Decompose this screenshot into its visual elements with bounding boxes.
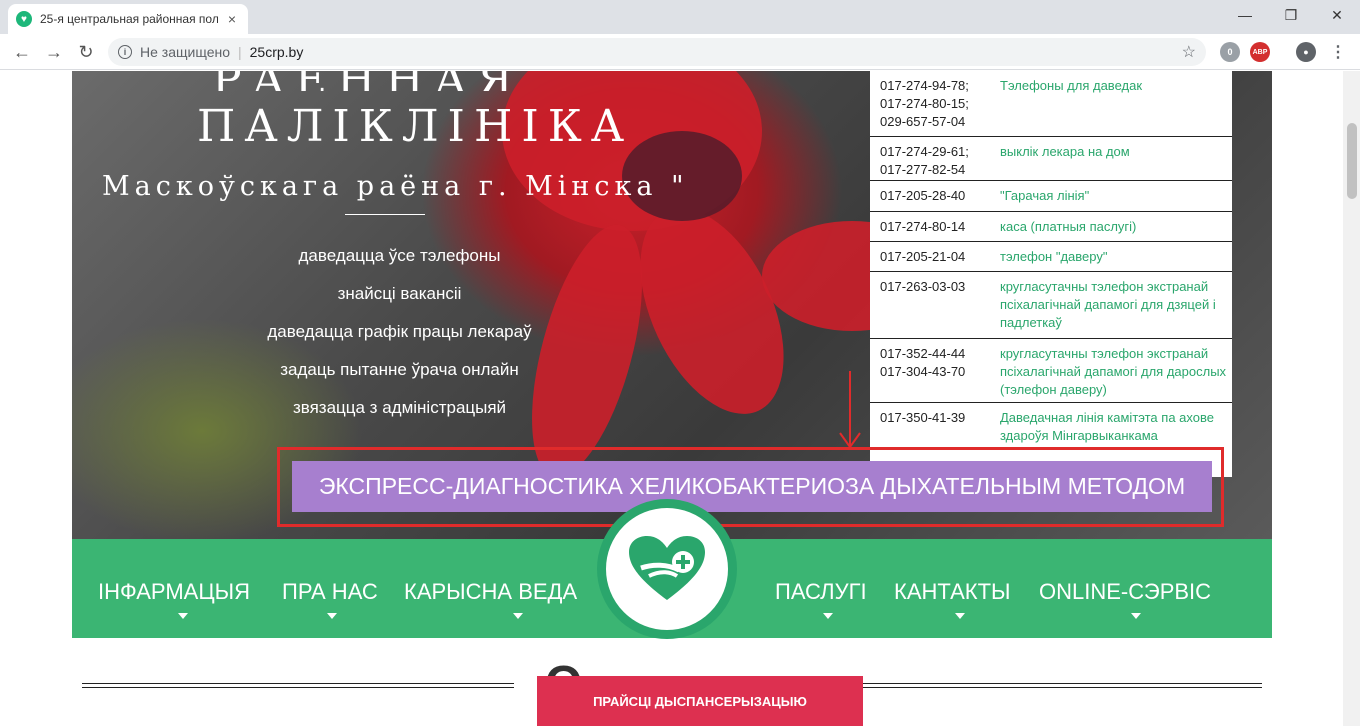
bookmark-star-icon[interactable]: ☆ (1182, 42, 1196, 62)
arrow-down-icon (839, 371, 861, 449)
clinic-logo[interactable] (597, 499, 737, 639)
phone-desc-link[interactable]: "Гарачая лінія" (1000, 187, 1228, 205)
scrollbar-thumb[interactable] (1347, 123, 1357, 199)
phone-desc-link[interactable]: выклік лекара на дом (1000, 143, 1228, 174)
browser-tab[interactable]: ♥ 25-я центральная районная пол × (8, 4, 248, 34)
section-divider-right (863, 683, 1262, 688)
phone-table: 017-274-94-78; 017-274-80-15; 029-657-57… (870, 71, 1232, 477)
phone-desc-link[interactable]: кругласутачны тэлефон экстранай псіхалаг… (1000, 345, 1228, 397)
site-favicon-icon: ♥ (16, 11, 32, 27)
table-row: 017-274-80-14 каса (платныя паслугі) (870, 212, 1232, 242)
dispensary-button[interactable]: ПРАЙСЦІ ДЫСПАНСЕРЫЗАЦЫЮ (537, 676, 863, 726)
table-row: 017-263-03-03 кругласутачны тэлефон экст… (870, 272, 1232, 339)
hero-title-line2: ПАЛІКЛІНІКА (197, 101, 634, 152)
chevron-down-icon (513, 613, 523, 619)
phone-desc-link[interactable]: Тэлефоны для даведак (1000, 77, 1228, 130)
hero-link-phones[interactable]: даведацца ўсе тэлефоны (72, 246, 727, 266)
hero-link-contact-admin[interactable]: звязацца з адміністрацыяй (72, 398, 727, 418)
close-window-button[interactable]: ✕ (1314, 0, 1360, 30)
chevron-down-icon (1131, 613, 1141, 619)
url-input[interactable]: i Не защищено | 25crp.by ☆ (108, 38, 1206, 66)
table-row: 017-274-94-78; 017-274-80-15; 029-657-57… (870, 71, 1232, 137)
browser-menu-icon[interactable]: ⋮ (1328, 42, 1348, 62)
heart-logo-icon (629, 536, 705, 600)
maximize-button[interactable]: ❐ (1268, 0, 1314, 30)
back-button[interactable]: ← (10, 40, 34, 64)
hero-divider (345, 214, 425, 215)
phone-desc-link[interactable]: каса (платныя паслугі) (1000, 218, 1228, 235)
phone-number: 017-352-44-44 017-304-43-70 (880, 346, 966, 379)
nav-item-contacts[interactable]: КАНТАКТЫ (894, 579, 1011, 605)
chevron-down-icon (178, 613, 188, 619)
extension-badge: 0 (1227, 47, 1233, 57)
phone-number: 017-205-28-40 (880, 188, 966, 203)
chevron-down-icon (955, 613, 965, 619)
nav-item-services[interactable]: ПАСЛУГІ (775, 579, 867, 605)
phone-number: 017-274-29-61; 017-277-82-54 (880, 144, 969, 177)
nav-item-about[interactable]: ПРА НАС (282, 579, 378, 605)
section-divider-left (82, 683, 514, 688)
phone-number: 017-274-80-14 (880, 219, 966, 234)
phone-number: 017-205-21-04 (880, 249, 966, 264)
omnibox-separator: | (238, 44, 242, 60)
table-row: 017-205-21-04 тэлефон "даверу" (870, 242, 1232, 272)
chevron-down-icon (823, 613, 833, 619)
url-text: 25crp.by (249, 44, 304, 60)
hero-subtitle: Маскоўскага раёна г. Мінска " (102, 171, 689, 202)
tab-close-icon[interactable]: × (224, 11, 240, 27)
phone-desc-link[interactable]: тэлефон "даверу" (1000, 248, 1228, 265)
tab-title: 25-я центральная районная пол (40, 12, 218, 26)
forward-button[interactable]: → (42, 40, 66, 64)
chevron-down-icon (327, 613, 337, 619)
table-row: 017-205-28-40 "Гарачая лінія" (870, 181, 1232, 212)
minimize-button[interactable]: — (1222, 0, 1268, 30)
tab-bar: ♥ 25-я центральная районная пол × — ❐ ✕ (0, 0, 1360, 34)
hero-link-ask-doctor[interactable]: задаць пытанне ўрача онлайн (72, 360, 727, 380)
hero-link-schedule[interactable]: даведацца графік працы лекараў (72, 322, 727, 342)
express-diagnostics-button[interactable]: ЭКСПРЕСС-ДИАГНОСТИКА ХЕЛИКОБАКТЕРИОЗА ДЫ… (292, 461, 1212, 512)
hero-link-vacancies[interactable]: знайсці вакансіі (72, 284, 727, 304)
table-row: 017-274-29-61; 017-277-82-54 выклік лека… (870, 137, 1232, 181)
page-viewport: РАЁННАЯ ПАЛІКЛІНІКА Маскоўскага раёна г.… (0, 71, 1360, 726)
table-row: 017-352-44-44 017-304-43-70 кругласутачн… (870, 339, 1232, 403)
nav-item-info[interactable]: ІНФАРМАЦЫЯ (98, 579, 250, 605)
phone-number: 017-274-94-78; 017-274-80-15; 029-657-57… (880, 78, 969, 129)
phone-number: 017-263-03-03 (880, 279, 966, 294)
address-bar: ← → ↻ i Не защищено | 25crp.by ☆ (0, 34, 1360, 70)
security-status: Не защищено (140, 44, 230, 60)
adblock-icon[interactable]: ABP (1250, 42, 1270, 62)
extension-icon[interactable]: 0 (1220, 42, 1240, 62)
phone-desc-link[interactable]: кругласутачны тэлефон экстранай псіхалаг… (1000, 278, 1228, 332)
reload-button[interactable]: ↻ (74, 40, 98, 64)
profile-icon[interactable]: ● (1296, 42, 1316, 62)
info-icon[interactable]: i (118, 45, 132, 59)
nav-item-useful[interactable]: КАРЫСНА ВЕДА (404, 579, 577, 605)
hero-title-line1: РАЁННАЯ (212, 71, 523, 91)
scrollbar[interactable] (1343, 71, 1360, 726)
nav-item-online[interactable]: ONLINE-СЭРВІС (1039, 579, 1211, 605)
